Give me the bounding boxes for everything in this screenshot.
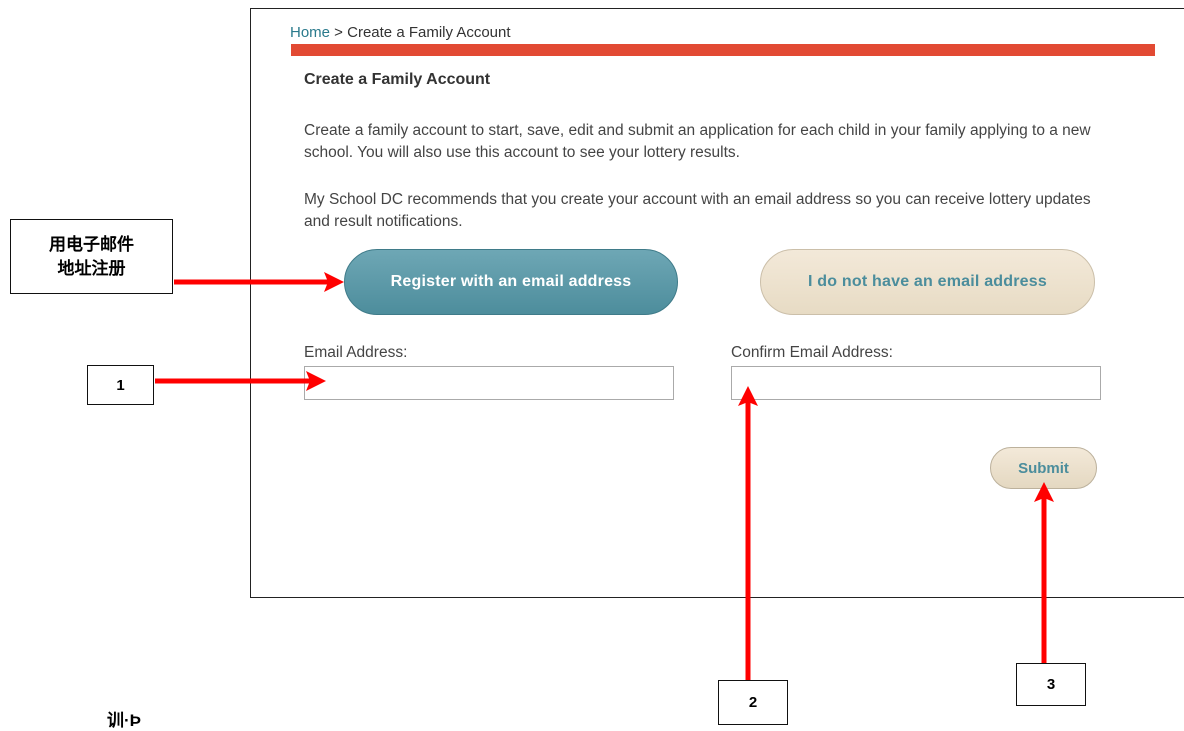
step2-callout: 2	[718, 680, 788, 725]
register-annotation-line1: 用电子邮件	[49, 234, 134, 254]
step1-callout: 1	[87, 365, 154, 405]
register-annotation-line2: 地址注册	[57, 258, 126, 278]
annotation-arrows	[155, 272, 1054, 680]
cropped-bottom-text: 训·Þ	[107, 711, 141, 730]
register-annotation-callout: 用电子邮件 地址注册	[10, 219, 173, 294]
step3-callout: 3	[1016, 663, 1086, 706]
